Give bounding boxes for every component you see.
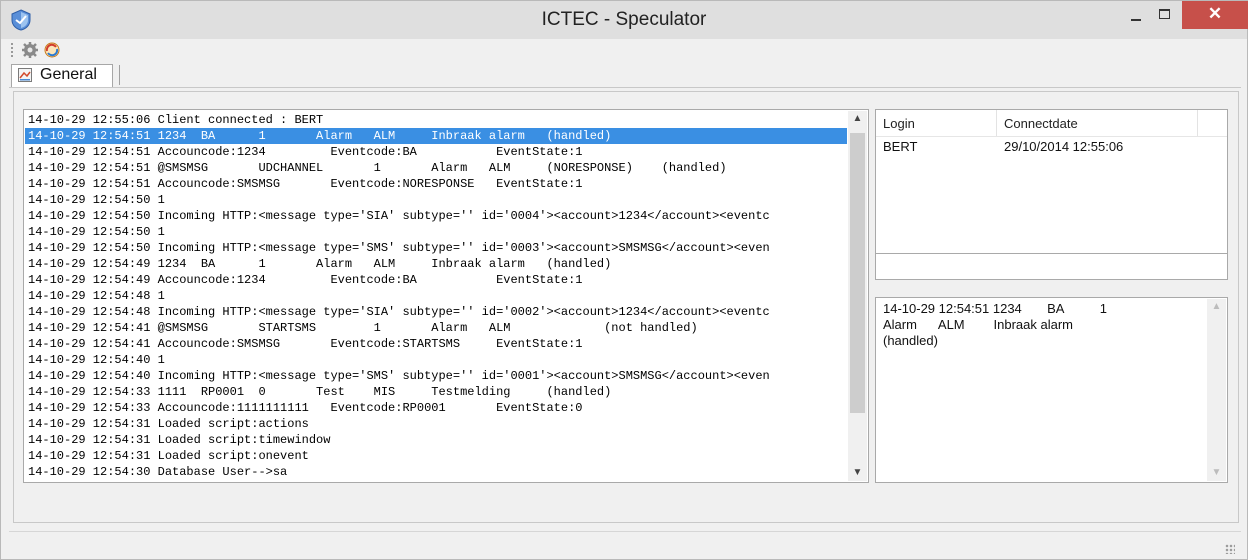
log-line[interactable]: 14-10-29 12:54:33 1111 RP0001 0 Test MIS… [25,384,847,400]
log-line[interactable]: 14-10-29 12:54:40 1 [25,352,847,368]
window-title: ICTEC - Speculator [541,9,707,30]
minimize-icon [1131,19,1141,21]
log-line[interactable]: 14-10-29 12:54:50 Incoming HTTP:<message… [25,208,847,224]
log-line[interactable]: 14-10-29 12:54:48 Incoming HTTP:<message… [25,304,847,320]
refresh-tool-icon[interactable] [43,41,61,59]
log-vertical-scrollbar[interactable]: ▲ ▼ [848,111,867,481]
column-header-connectdate[interactable]: Connectdate [997,110,1198,136]
resize-grip-icon[interactable] [1225,544,1235,554]
main-window: ICTEC - Speculator ✕ General 14-10-29 12… [0,0,1248,560]
connected-clients-table[interactable]: Login Connectdate BERT 29/10/2014 12:55:… [875,109,1228,262]
log-line[interactable]: 14-10-29 12:54:31 Loaded script:timewind… [25,432,847,448]
event-log-list[interactable]: 14-10-29 12:55:06 Client connected : BER… [23,109,869,483]
log-line[interactable]: 14-10-29 12:54:40 Incoming HTTP:<message… [25,368,847,384]
close-icon: ✕ [1207,4,1223,23]
log-line[interactable]: 14-10-29 12:54:41 @SMSMSG STARTSMS 1 Ala… [25,320,847,336]
tab-strip: General [9,63,1241,88]
general-tab-icon [18,68,32,82]
log-line[interactable]: 14-10-29 12:54:31 Loaded script:actions [25,416,847,432]
scroll-thumb[interactable] [850,133,865,413]
log-line[interactable]: 14-10-29 12:55:06 Client connected : BER… [25,112,847,128]
tab-general-label: General [40,66,97,83]
message-input[interactable] [875,253,1228,280]
log-line[interactable]: 14-10-29 12:54:51 Accouncode:1234 Eventc… [25,144,847,160]
log-line[interactable]: 14-10-29 12:54:50 1 [25,192,847,208]
log-line[interactable]: 14-10-29 12:54:31 Loaded script:onevent [25,448,847,464]
column-header-login[interactable]: Login [876,110,997,136]
log-line[interactable]: 14-10-29 12:54:51 Accouncode:SMSMSG Even… [25,176,847,192]
detail-vertical-scrollbar[interactable]: ▲ ▼ [1207,299,1226,481]
toolbar-grip[interactable] [11,43,16,57]
clients-header: Login Connectdate [876,110,1227,137]
log-line[interactable]: 14-10-29 12:54:49 Accouncode:1234 Eventc… [25,272,847,288]
table-row[interactable]: BERT 29/10/2014 12:55:06 [876,137,1227,157]
log-line[interactable]: 14-10-29 12:54:51 1234 BA 1 Alarm ALM In… [25,128,847,144]
log-line[interactable]: 14-10-29 12:54:50 Incoming HTTP:<message… [25,240,847,256]
title-bar[interactable]: ICTEC - Speculator ✕ [1,1,1248,39]
toolbar [9,39,1241,61]
log-line[interactable]: 14-10-29 12:54:41 Accouncode:SMSMSG Even… [25,336,847,352]
event-detail-text: 14-10-29 12:54:51 1234 BA 1 Alarm ALM In… [883,301,1108,348]
log-line[interactable]: 14-10-29 12:54:33 Accouncode:1111111111 … [25,400,847,416]
cell-connectdate: 29/10/2014 12:55:06 [1004,139,1124,154]
maximize-icon [1159,9,1170,19]
scroll-up-arrow-icon[interactable]: ▲ [1207,299,1226,315]
scroll-up-arrow-icon[interactable]: ▲ [848,111,867,127]
scroll-down-arrow-icon[interactable]: ▼ [848,465,867,481]
tab-general[interactable]: General [11,64,113,87]
log-line[interactable]: 14-10-29 12:54:50 1 [25,224,847,240]
event-detail-box[interactable]: 14-10-29 12:54:51 1234 BA 1 Alarm ALM In… [875,297,1228,483]
log-line[interactable]: 14-10-29 12:54:51 @SMSMSG UDCHANNEL 1 Al… [25,160,847,176]
cell-login: BERT [883,139,918,154]
status-bar [9,531,1241,558]
event-log-lines: 14-10-29 12:55:06 Client connected : BER… [25,112,847,480]
close-button[interactable]: ✕ [1182,1,1248,29]
log-line[interactable]: 14-10-29 12:54:49 1234 BA 1 Alarm ALM In… [25,256,847,272]
log-line[interactable]: 14-10-29 12:54:48 1 [25,288,847,304]
settings-gear-icon[interactable] [21,41,39,59]
tab-separator [119,65,120,85]
log-line[interactable]: 14-10-29 12:54:30 Database User-->sa [25,464,847,480]
scroll-down-arrow-icon[interactable]: ▼ [1207,465,1226,481]
